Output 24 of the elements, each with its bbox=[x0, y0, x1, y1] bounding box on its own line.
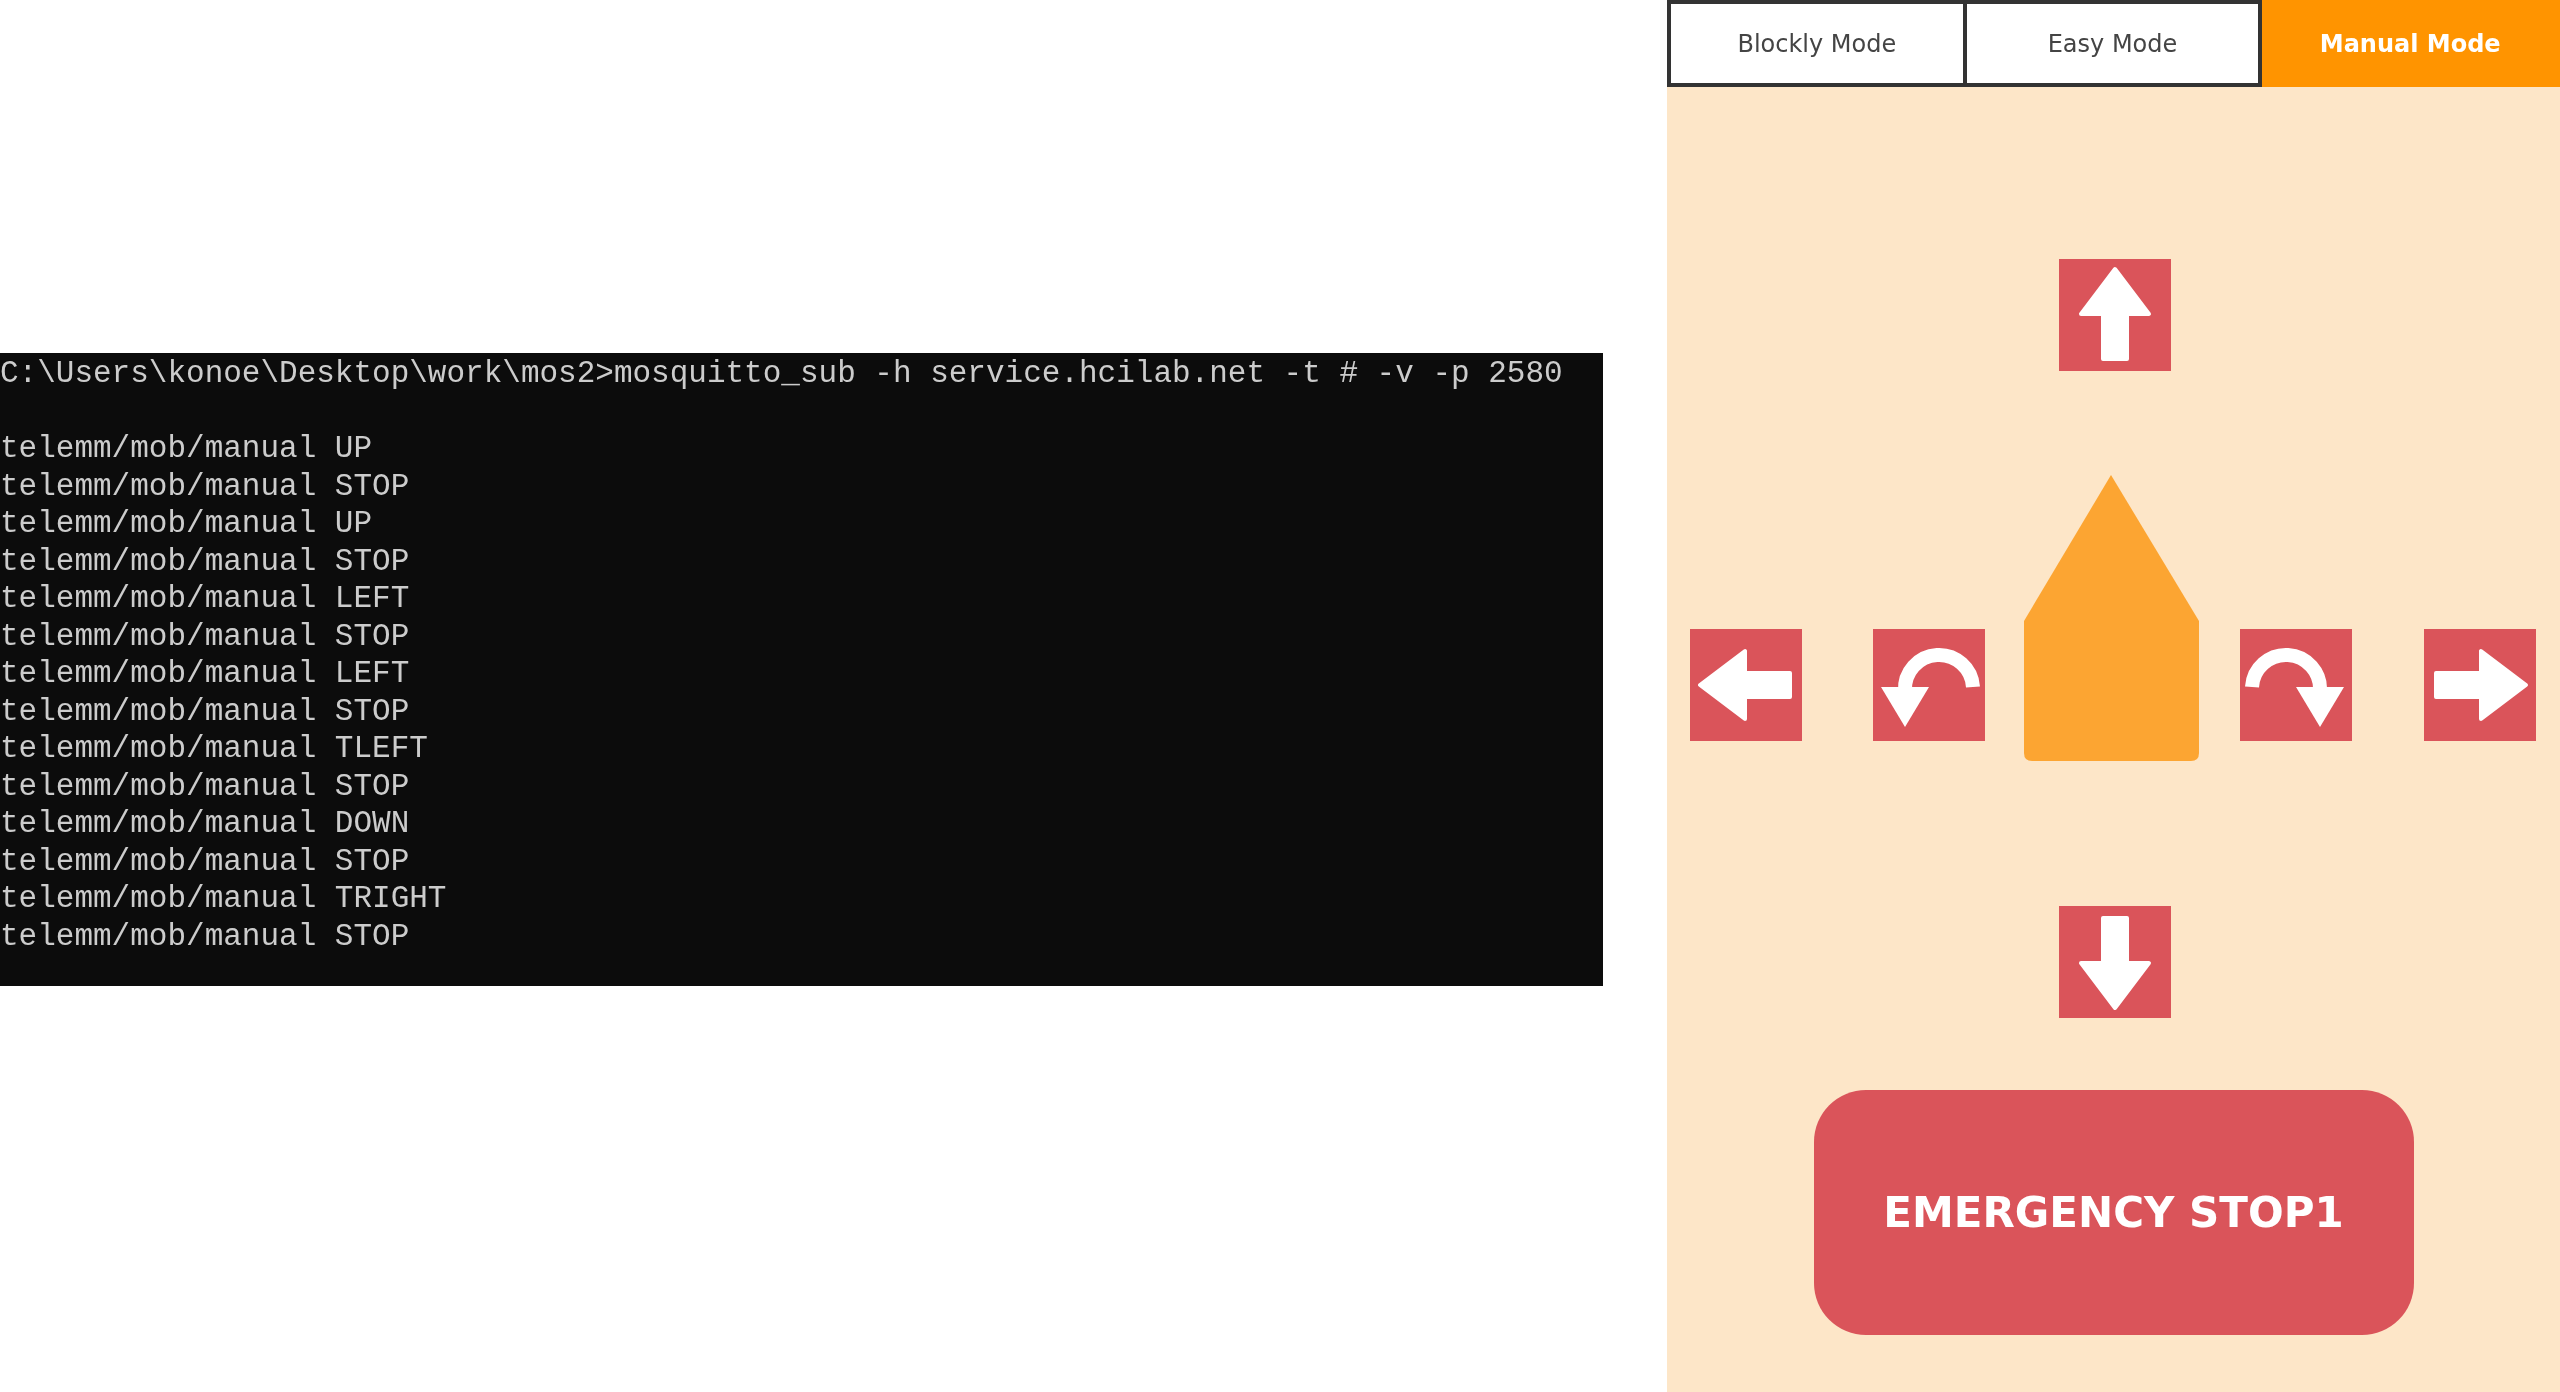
mode-tab[interactable]: Easy Mode bbox=[1964, 0, 2263, 87]
terminal-line: telemm/mob/manual STOP bbox=[0, 767, 410, 805]
backward-button[interactable] bbox=[2058, 906, 2171, 1018]
terminal-line: telemm/mob/manual STOP bbox=[0, 467, 410, 505]
terminal-line: telemm/mob/manual LEFT bbox=[0, 580, 410, 618]
terminal-command: C:\Users\konoe\Desktop\work\mos2>mosquitto_sub -h service.hcilab.net -t # -v -p 2580 bbox=[0, 355, 1563, 393]
terminal-line: telemm/mob/manual STOP bbox=[0, 617, 410, 655]
terminal-line: telemm/mob/manual STOP bbox=[0, 542, 410, 580]
terminal-line: telemm/mob/manual STOP bbox=[0, 692, 410, 730]
forward-button[interactable] bbox=[2058, 259, 2171, 371]
mode-tab[interactable]: Blockly Mode bbox=[1667, 0, 1965, 87]
rotate-right-button[interactable] bbox=[2240, 629, 2352, 741]
terminal-line: telemm/mob/manual TRIGHT bbox=[0, 880, 447, 918]
emergency-stop-button[interactable]: EMERGENCY STOP1 bbox=[1813, 1090, 2414, 1335]
terminal-line: telemm/mob/manual STOP bbox=[0, 917, 410, 955]
left-button[interactable] bbox=[1690, 629, 1802, 741]
terminal-line: telemm/mob/manual UP bbox=[0, 505, 373, 543]
rotate-left-button[interactable] bbox=[1873, 629, 1985, 741]
terminal-line: telemm/mob/manual TLEFT bbox=[0, 730, 428, 768]
terminal-line: telemm/mob/manual LEFT bbox=[0, 655, 410, 693]
terminal-line: telemm/mob/manual STOP bbox=[0, 842, 410, 880]
right-button[interactable] bbox=[2424, 629, 2536, 741]
terminal-line: telemm/mob/manual UP bbox=[0, 430, 373, 468]
terminal-line: telemm/mob/manual DOWN bbox=[0, 805, 410, 843]
